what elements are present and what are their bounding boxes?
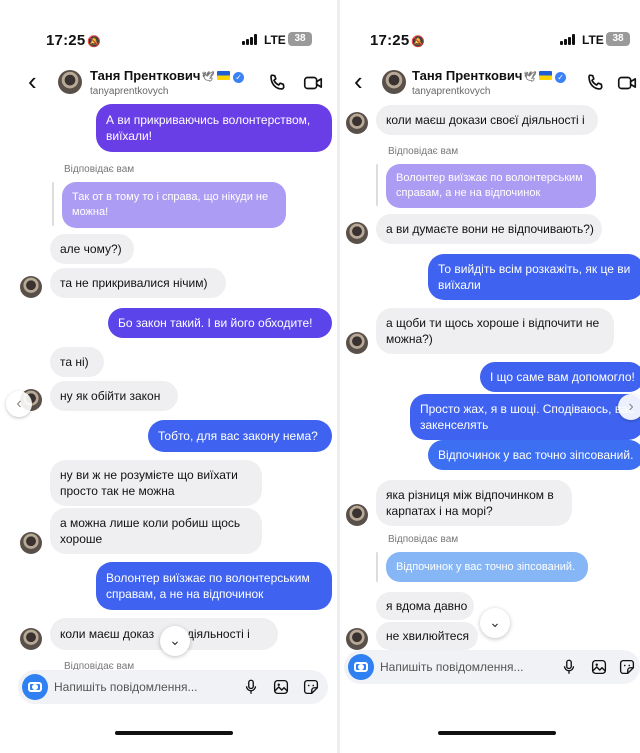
status-time: 17:25 🔕 bbox=[370, 32, 426, 49]
reply-quote[interactable]: Так от в тому то і справа, що нікуди не … bbox=[62, 182, 286, 228]
reply-label: Відповідає вам bbox=[388, 534, 459, 545]
verified-icon: ✓ bbox=[555, 72, 567, 83]
microphone-icon[interactable] bbox=[242, 678, 260, 696]
reply-bar bbox=[52, 182, 54, 226]
silent-bell-icon: 🔕 bbox=[87, 36, 102, 48]
contact-avatar-small bbox=[20, 628, 42, 650]
chevron-right-icon[interactable]: › bbox=[618, 394, 640, 420]
message-incoming[interactable]: не хвилюйтеся bbox=[376, 622, 478, 650]
message-incoming[interactable]: та ні) bbox=[50, 347, 104, 377]
message-outgoing[interactable]: Бо закон такий. І ви його обходите! bbox=[108, 308, 332, 338]
status-bar: 17:25 🔕 LTE 38 bbox=[0, 28, 338, 52]
video-icon[interactable] bbox=[616, 72, 638, 94]
message-incoming[interactable]: а можна лише коли робиш щось хороше bbox=[50, 508, 262, 554]
scroll-down-button[interactable]: ⌄ bbox=[480, 608, 510, 638]
sticker-icon[interactable] bbox=[618, 658, 636, 676]
home-indicator bbox=[438, 731, 556, 735]
message-outgoing[interactable]: І що саме вам допомогло! bbox=[480, 362, 640, 392]
chat-screen-left: 17:25 🔕 LTE 38 ‹ Таня Пренткович🕊 ✓ tanyap… bbox=[0, 0, 338, 753]
reply-label: Відповідає вам bbox=[64, 661, 135, 670]
back-arrow-icon[interactable]: ‹ bbox=[354, 68, 363, 94]
reply-bar bbox=[376, 164, 378, 206]
reply-quote[interactable]: Відпочинок у вас точно зіпсований. bbox=[386, 552, 588, 582]
battery-icon: 38 bbox=[288, 32, 312, 46]
message-composer bbox=[18, 670, 328, 704]
message-input[interactable] bbox=[54, 670, 244, 704]
phone-icon[interactable] bbox=[266, 72, 288, 94]
status-bar: 17:25 🔕 LTE 38 bbox=[340, 28, 640, 52]
message-incoming[interactable]: ну ви ж не розумієте що виїхати просто т… bbox=[50, 460, 262, 506]
gallery-icon[interactable] bbox=[590, 658, 608, 676]
message-incoming[interactable]: але чому?) bbox=[50, 234, 134, 264]
contact-avatar-small bbox=[346, 222, 368, 244]
contact-avatar[interactable] bbox=[382, 70, 406, 94]
message-outgoing[interactable]: А ви прикриваючись волонтерством, виїхал… bbox=[96, 104, 332, 152]
silent-bell-icon: 🔕 bbox=[411, 36, 426, 48]
contact-username: tanyaprentkovych bbox=[412, 86, 491, 97]
chevron-left-icon[interactable]: ‹ bbox=[6, 391, 32, 417]
contact-avatar-small bbox=[346, 628, 368, 650]
camera-icon[interactable] bbox=[348, 654, 374, 680]
message-incoming[interactable]: а ви думаєте вони не відпочивають?) bbox=[376, 214, 602, 244]
reply-label: Відповідає вам bbox=[64, 164, 135, 175]
video-icon[interactable] bbox=[302, 72, 324, 94]
chat-screen-right: 17:25 🔕 LTE 38 ‹ Таня Пренткович🕊 ✓ tanyap… bbox=[340, 0, 640, 753]
message-list[interactable]: А ви прикриваючись волонтерством, виїхал… bbox=[0, 100, 338, 670]
dove-icon: 🕊 bbox=[523, 72, 537, 83]
message-incoming[interactable]: коли маєш докази своєї діяльності і bbox=[376, 105, 598, 135]
message-list[interactable]: коли маєш докази своєї діяльності і Відп… bbox=[340, 100, 640, 652]
reply-bar bbox=[376, 552, 378, 582]
message-outgoing[interactable]: Відпочинок у вас точно зіпсований. bbox=[428, 440, 640, 470]
network-type: LTE bbox=[582, 33, 604, 47]
phone-icon[interactable] bbox=[584, 72, 606, 94]
message-composer bbox=[344, 650, 640, 684]
message-incoming[interactable]: ну як обійти закон bbox=[50, 381, 178, 411]
message-outgoing[interactable]: То вийдіть всім розкажіть, як це ви виїх… bbox=[428, 254, 640, 300]
signal-icon bbox=[560, 34, 576, 45]
network-type: LTE bbox=[264, 33, 286, 47]
ukraine-flag-icon bbox=[217, 71, 231, 80]
status-time: 17:25 🔕 bbox=[46, 32, 102, 49]
contact-name[interactable]: Таня Пренткович🕊 ✓ bbox=[412, 68, 567, 83]
battery-icon: 38 bbox=[606, 32, 630, 46]
contact-avatar-small bbox=[346, 504, 368, 526]
signal-icon bbox=[242, 34, 258, 45]
reply-quote[interactable]: Волонтер виїзжає по волонтерським справа… bbox=[386, 164, 596, 208]
scroll-down-button[interactable]: ⌄ bbox=[160, 626, 190, 656]
verified-icon: ✓ bbox=[233, 72, 245, 83]
contact-avatar-small bbox=[20, 276, 42, 298]
contact-name[interactable]: Таня Пренткович🕊 ✓ bbox=[90, 68, 245, 83]
reply-label: Відповідає вам bbox=[388, 146, 459, 157]
message-outgoing[interactable]: Просто жах, я в шоці. Сподіваюсь, вас за… bbox=[410, 394, 640, 440]
ukraine-flag-icon bbox=[539, 71, 553, 80]
gallery-icon[interactable] bbox=[272, 678, 290, 696]
camera-icon[interactable] bbox=[22, 674, 48, 700]
contact-avatar-small bbox=[346, 332, 368, 354]
contact-avatar[interactable] bbox=[58, 70, 82, 94]
message-outgoing[interactable]: Тобто, для вас закону нема? bbox=[148, 420, 332, 452]
dove-icon: 🕊 bbox=[201, 72, 215, 83]
home-indicator bbox=[115, 731, 233, 735]
microphone-icon[interactable] bbox=[560, 658, 578, 676]
contact-avatar-small bbox=[346, 112, 368, 134]
message-incoming[interactable]: а щоби ти щось хороше і відпочити не мож… bbox=[376, 308, 614, 354]
message-incoming[interactable]: я вдома давно bbox=[376, 592, 474, 620]
message-incoming[interactable]: та не прикривалися нічим) bbox=[50, 268, 226, 298]
contact-username: tanyaprentkovych bbox=[90, 86, 169, 97]
back-arrow-icon[interactable]: ‹ bbox=[28, 68, 37, 94]
message-outgoing[interactable]: Волонтер виїзжає по волонтерським справа… bbox=[96, 562, 332, 610]
sticker-icon[interactable] bbox=[302, 678, 320, 696]
message-input[interactable] bbox=[380, 650, 560, 684]
chevron-down-icon: ⌄ bbox=[169, 632, 181, 648]
chevron-down-icon: ⌄ bbox=[489, 614, 501, 630]
message-incoming[interactable]: яка різниця між відпочинком в карпатах і… bbox=[376, 480, 572, 526]
contact-avatar-small bbox=[20, 532, 42, 554]
